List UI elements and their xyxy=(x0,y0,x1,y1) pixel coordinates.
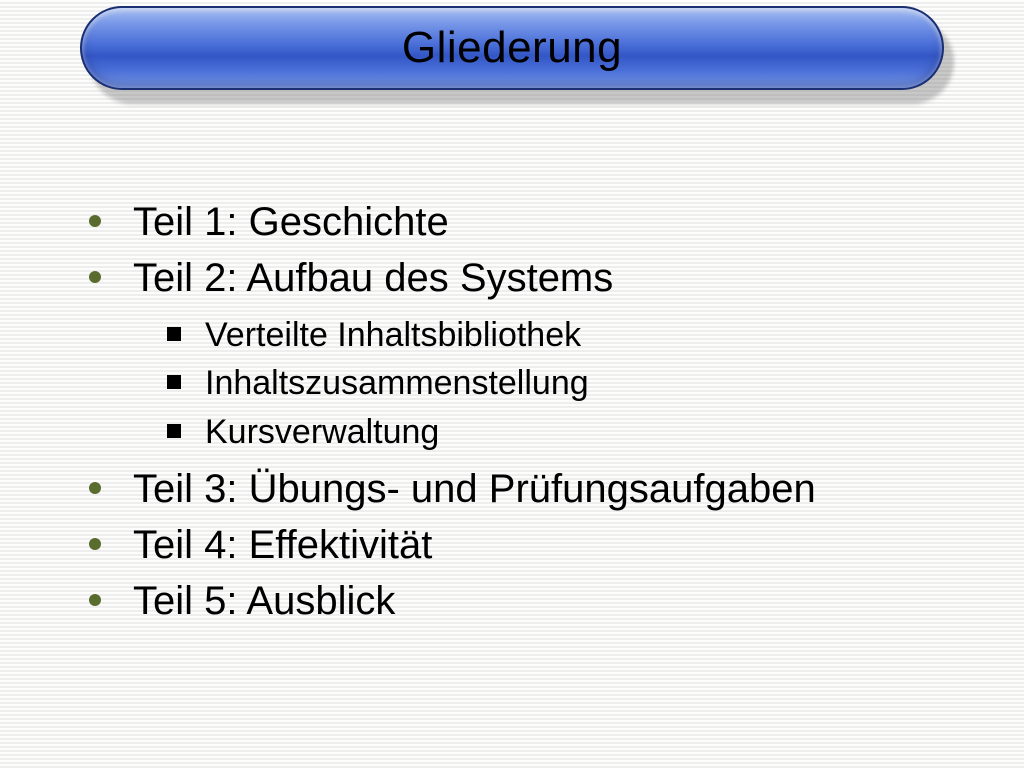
outline-item-text: Teil 5: Ausblick xyxy=(133,579,395,623)
slide-title: Gliederung xyxy=(80,6,944,90)
outline-subitem: Verteilte Inhaltsbibliothek xyxy=(85,311,965,359)
outline-subitem-text: Verteilte Inhaltsbibliothek xyxy=(205,316,581,354)
outline-sublist: Verteilte Inhaltsbibliothek Inhaltszusam… xyxy=(85,311,965,456)
slide: Gliederung Teil 1: Geschichte Teil 2: Au… xyxy=(0,0,1024,768)
outline-item: Teil 5: Ausblick xyxy=(85,574,965,628)
outline-item: Teil 2: Aufbau des Systems xyxy=(85,251,965,305)
outline-subitem: Kursverwaltung xyxy=(85,408,965,456)
bullet-square-icon xyxy=(167,375,181,389)
outline-item-text: Teil 1: Geschichte xyxy=(133,200,449,244)
outline-subitem-text: Inhaltszusammenstellung xyxy=(205,364,589,402)
outline-subitem: Inhaltszusammenstellung xyxy=(85,359,965,407)
bullet-square-icon xyxy=(167,424,181,438)
outline-item-text: Teil 4: Effektivität xyxy=(133,523,432,567)
outline-content: Teil 1: Geschichte Teil 2: Aufbau des Sy… xyxy=(85,195,965,630)
outline-item: Teil 4: Effektivität xyxy=(85,518,965,572)
outline-item: Teil 3: Übungs- und Prüfungsaufgaben xyxy=(85,462,965,516)
bullet-square-icon xyxy=(167,327,181,341)
title-container: Gliederung xyxy=(80,6,944,90)
bullet-dot-icon xyxy=(89,215,101,227)
outline-subitem-text: Kursverwaltung xyxy=(205,413,439,451)
outline-item-text: Teil 3: Übungs- und Prüfungsaufgaben xyxy=(133,467,816,511)
outline-item-text: Teil 2: Aufbau des Systems xyxy=(133,256,613,300)
bullet-dot-icon xyxy=(89,538,101,550)
outline-item: Teil 1: Geschichte xyxy=(85,195,965,249)
bullet-dot-icon xyxy=(89,594,101,606)
bullet-dot-icon xyxy=(89,271,101,283)
bullet-dot-icon xyxy=(89,482,101,494)
